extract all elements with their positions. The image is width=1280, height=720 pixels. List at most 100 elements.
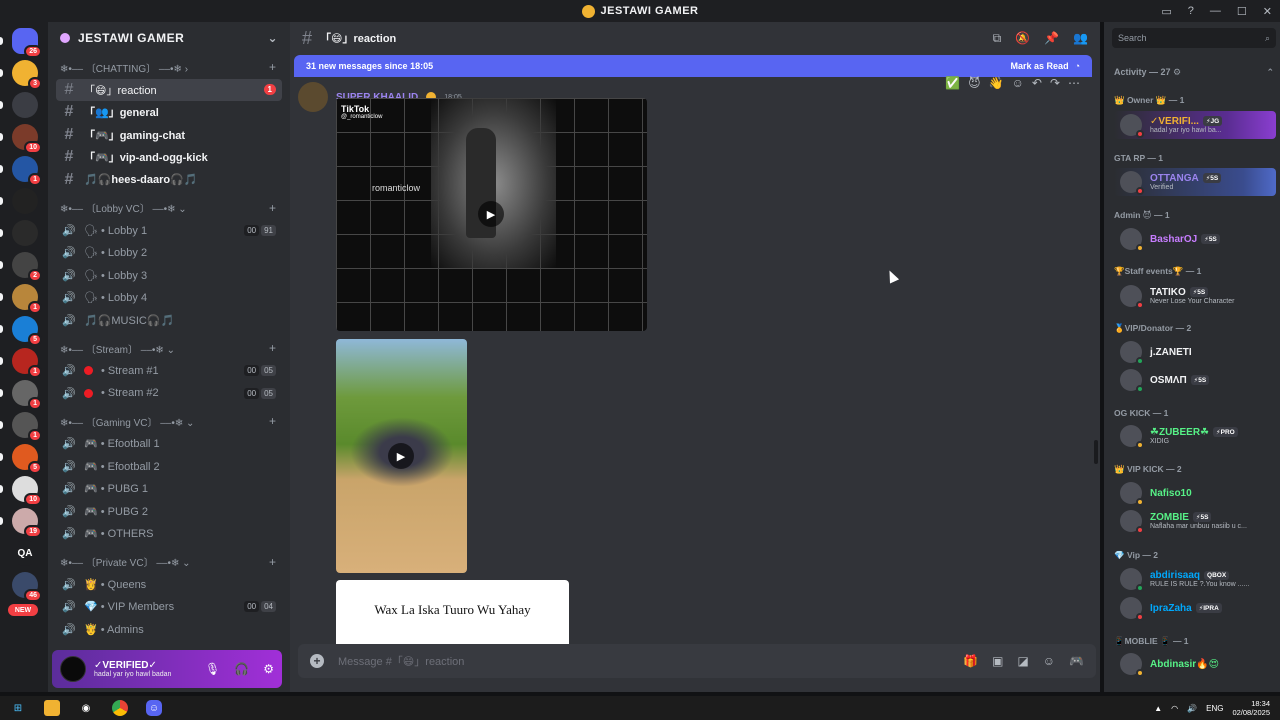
avatar[interactable] (60, 656, 86, 682)
server-new-icon[interactable]: NEW (8, 604, 38, 616)
member-item[interactable]: TATIKO ⚡5S Never Lose Your Character (1114, 282, 1276, 310)
member-item[interactable]: OTTANGA ⚡5S Verified (1114, 168, 1276, 196)
member-item[interactable]: Abdinasir🔥😍 (1114, 650, 1276, 678)
tray-apps-icon[interactable]: ▲ (1154, 704, 1162, 713)
video-attachment-2[interactable]: ▶ (336, 339, 467, 573)
create-channel-icon[interactable]: + (269, 555, 276, 569)
text-channel[interactable]: # 「🎮」gaming-chat (56, 124, 282, 146)
server-stone-icon[interactable]: 1 (12, 380, 42, 410)
server-orange-icon[interactable]: 5 (12, 444, 42, 474)
reaction-wave-icon[interactable]: 👋 (989, 76, 1004, 90)
voice-channel[interactable]: 🔊 🤴 • Admins (56, 618, 282, 640)
voice-channel[interactable]: 🔊 🎮 • OTHERS (56, 523, 282, 545)
search-input[interactable]: Search ⌕ (1112, 28, 1276, 48)
server-red-icon[interactable]: 1 (12, 348, 42, 378)
server-person-icon[interactable]: 1 (12, 412, 42, 442)
mark-as-read-button[interactable]: Mark as Read ◔ (1011, 61, 1080, 71)
server-crown-icon[interactable]: 1 (12, 284, 42, 314)
clock[interactable]: 18:34 02/08/2025 (1232, 699, 1270, 717)
gift-icon[interactable]: 🎁 (963, 654, 978, 668)
voice-channel[interactable]: 🔊 • Stream #1 00 05 (56, 360, 282, 382)
gif-icon[interactable]: ▣ (992, 654, 1003, 668)
chevron-up-icon[interactable]: ⌃ (1266, 67, 1274, 78)
server-girl-icon[interactable]: 19 (12, 508, 42, 538)
server-c-icon[interactable]: 5 (12, 316, 42, 346)
server-blue-icon[interactable] (12, 92, 38, 118)
chat-scrollbar[interactable] (1094, 440, 1098, 464)
category-header[interactable]: ❄•–– 〔Private VC〕 ––•❄ ⌄ + (48, 551, 290, 573)
voice-channel[interactable]: 🔊 🎮 • PUBG 1 (56, 478, 282, 500)
voice-channel[interactable]: 🔊 🎮 • Efootball 1 (56, 433, 282, 455)
member-item[interactable]: ☘ZUBEER☘ ⚡PRO XIDIG (1114, 422, 1276, 450)
voice-channel[interactable]: 🔊 🗣 • Lobby 1 00 91 (56, 219, 282, 241)
member-item[interactable]: Nafiso10 (1114, 479, 1276, 507)
member-item[interactable]: j.ZANETI (1114, 338, 1276, 366)
mute-bell-icon[interactable]: 🔕 (1015, 31, 1030, 46)
minimize-button[interactable]: — (1210, 5, 1221, 17)
chevron-down-icon[interactable]: ⌄ (267, 31, 278, 45)
add-attachment-icon[interactable]: + (310, 654, 324, 668)
server-qa-icon[interactable]: QA (12, 540, 38, 566)
discord-home-icon[interactable]: 26 (12, 28, 42, 58)
new-messages-bar[interactable]: 31 new messages since 18:05 Mark as Read… (294, 55, 1092, 77)
category-header[interactable]: ❄•–– 〔Lobby VC〕 ––•❄ ⌄ + (48, 197, 290, 219)
server-tool-icon[interactable]: 10 (12, 476, 42, 506)
voice-channel[interactable]: 🔊 🎮 • PUBG 2 (56, 500, 282, 522)
member-item[interactable]: ✓VERIFI... ⚡JG hadal yar iyo hawl ba... (1114, 111, 1276, 139)
reply-icon[interactable]: ↶ (1032, 76, 1042, 90)
discord-taskbar-icon[interactable]: ☺ (146, 700, 162, 716)
server-jestawi-icon[interactable]: 3 (12, 60, 42, 90)
text-channel[interactable]: # 「🎮」vip-and-ogg-kick (56, 146, 282, 168)
author-avatar[interactable] (298, 82, 328, 112)
play-icon-2[interactable]: ▶ (388, 443, 414, 469)
member-list-icon[interactable]: 👥 (1073, 31, 1088, 46)
member-item[interactable]: abdirisaaq QBOX RULE IS RULE ?.You know ..… (1114, 565, 1276, 593)
member-item[interactable]: BasharOJ ⚡5S (1114, 225, 1276, 253)
text-channel[interactable]: # 「😄」reaction 1 (56, 78, 282, 101)
voice-channel[interactable]: 🔊 💎 • VIP Members 00 04 (56, 596, 282, 618)
microphone-icon[interactable]: 🎙 (205, 662, 220, 676)
file-explorer-icon[interactable] (44, 700, 60, 716)
image-text-card[interactable]: Wax La Iska Tuuro Wu Yahay (336, 580, 569, 644)
voice-channel[interactable]: 🔊 🗣 • Lobby 3 (56, 264, 282, 286)
create-channel-icon[interactable]: + (269, 414, 276, 428)
reaction-face-icon[interactable]: 😈 (968, 76, 981, 90)
voice-channel[interactable]: 🔊 🎮 • Efootball 2 (56, 455, 282, 477)
create-channel-icon[interactable]: + (269, 201, 276, 215)
create-channel-icon[interactable]: + (269, 341, 276, 355)
sticker-icon[interactable]: ◪ (1017, 654, 1028, 668)
voice-channel[interactable]: 🔊 👸 • Queens (56, 573, 282, 595)
text-channel[interactable]: # 「👥」general (56, 101, 282, 123)
voice-channel[interactable]: 🔊 🎵🎧MUSIC🎧🎵 (56, 309, 282, 331)
video-attachment[interactable]: TikTok @_romanticlow romanticlow ▶ (336, 98, 647, 331)
volume-icon[interactable]: 🔊 (1187, 704, 1197, 713)
voice-channel[interactable]: 🔊 🗣 • Lobby 2 (56, 242, 282, 264)
headphones-icon[interactable]: 🎧 (234, 662, 249, 676)
close-button[interactable]: ✕ (1263, 5, 1272, 18)
reaction-check-icon[interactable]: ✅ (945, 76, 960, 90)
emoji-icon[interactable]: ☺ (1043, 654, 1055, 668)
forward-icon[interactable]: ↷ (1050, 76, 1060, 90)
maximize-button[interactable]: ☐ (1237, 5, 1247, 18)
server-mail-icon[interactable]: 46 (12, 572, 42, 602)
category-header[interactable]: ❄•–– 〔CHATTING〕 ––•❄ › + (48, 56, 290, 78)
server-dice-icon[interactable] (12, 220, 38, 246)
activity-header[interactable]: Activity — 27 ⚙ ⌃ (1114, 67, 1274, 78)
text-channel[interactable]: # 🎵🎧hees-daaro🎧🎵 (56, 169, 282, 191)
windows-start-icon[interactable]: ⊞ (10, 700, 26, 716)
threads-icon[interactable]: ⧉ (993, 31, 1002, 46)
server-speaker-icon[interactable]: 1 (12, 156, 42, 186)
server-header[interactable]: JESTAWI GAMER ⌄ (48, 22, 290, 54)
apps-icon[interactable]: 🎮 (1069, 654, 1084, 668)
wifi-icon[interactable]: ◠ (1171, 704, 1178, 713)
voice-channel[interactable]: 🔊 • Stream #2 00 05 (56, 382, 282, 404)
help-icon[interactable]: ? (1188, 5, 1194, 17)
composer-placeholder[interactable]: Message #「😄」reaction (338, 653, 464, 669)
add-reaction-icon[interactable]: ☺ (1012, 76, 1024, 90)
server-triangle-icon[interactable] (12, 188, 38, 214)
message-composer[interactable]: + Message #「😄」reaction 🎁 ▣ ◪ ☺ 🎮 (298, 644, 1096, 678)
chrome-icon[interactable] (112, 700, 128, 716)
member-item[interactable]: IpraZaha ⚡IPRA (1114, 594, 1276, 622)
create-channel-icon[interactable]: + (269, 60, 276, 74)
pin-icon[interactable]: 📌 (1044, 31, 1059, 46)
